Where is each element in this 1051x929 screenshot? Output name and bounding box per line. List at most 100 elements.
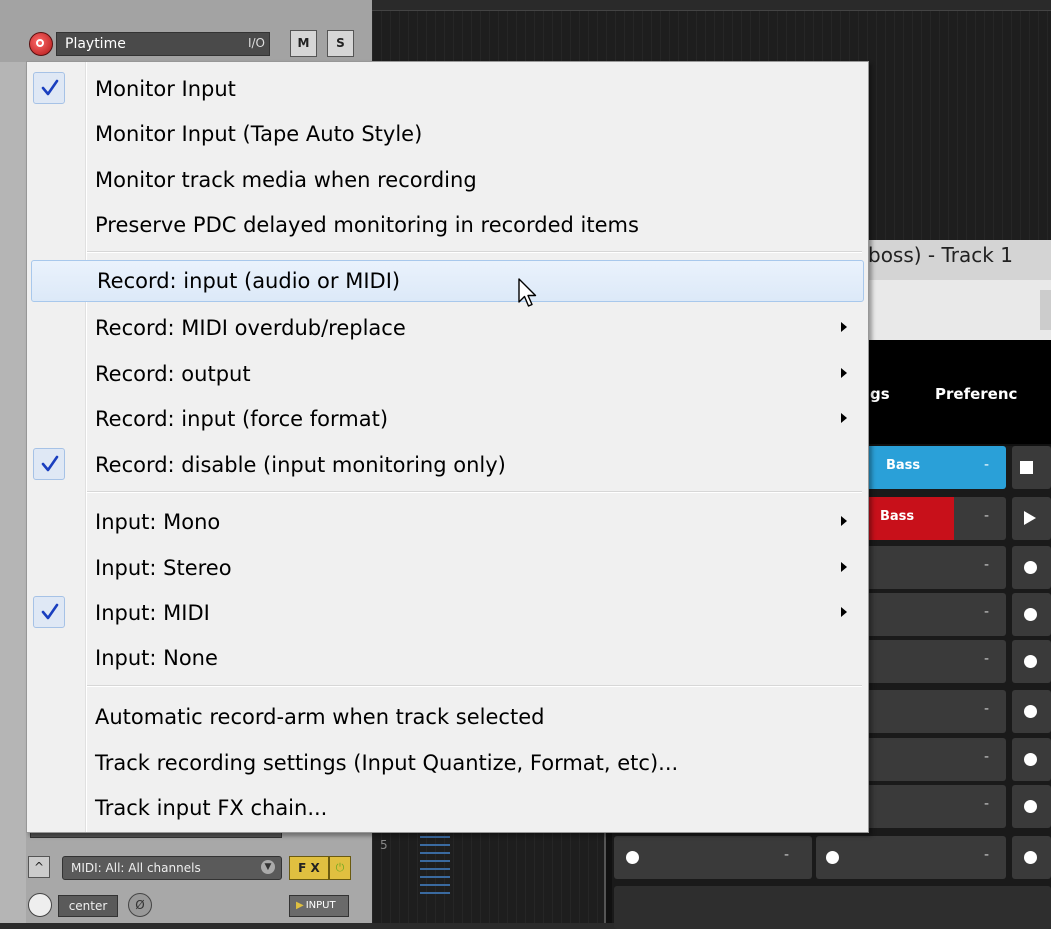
menu-item-record-force-format[interactable]: Record: input (force format) (29, 398, 864, 438)
track-name-field[interactable]: Playtime I/O (56, 32, 270, 56)
clip-cell[interactable] (1012, 593, 1051, 636)
clip-cell[interactable] (1012, 785, 1051, 828)
menu-item-input-none[interactable]: Input: None (29, 637, 864, 677)
stop-icon[interactable] (1020, 461, 1033, 474)
menu-item-label: Monitor Input (Tape Auto Style) (95, 122, 423, 146)
clip-name: Bass (886, 458, 921, 473)
record-dot-icon[interactable] (1024, 561, 1037, 574)
clip-cell[interactable]: - (866, 785, 1006, 828)
menu-item-label: Input: Mono (95, 510, 221, 534)
menu-item-input-mono[interactable]: Input: Mono (29, 501, 864, 541)
menu-item-input-stereo[interactable]: Input: Stereo (29, 547, 864, 587)
play-icon[interactable] (1024, 511, 1036, 525)
clip-cell[interactable] (1012, 497, 1051, 540)
menu-item-label: Record: input (audio or MIDI) (97, 269, 401, 293)
submenu-arrow-icon (841, 413, 847, 423)
clip-cell[interactable]: - (866, 546, 1006, 589)
menu-item-record-disable[interactable]: Record: disable (input monitoring only) (29, 444, 864, 484)
clip-cell[interactable]: Bass - (866, 446, 1006, 489)
plugin-title: boss) - Track 1 (868, 243, 1013, 267)
clip-cell[interactable]: - (816, 836, 1006, 879)
checkmark-icon (33, 72, 65, 104)
record-dot-icon[interactable] (1024, 851, 1037, 864)
record-dot-icon[interactable] (1024, 655, 1037, 668)
track-name: Playtime (65, 36, 126, 52)
record-dot-icon[interactable] (1024, 800, 1037, 813)
clip-cell[interactable]: - (866, 640, 1006, 683)
pan-knob[interactable] (28, 893, 52, 917)
clip-cell[interactable] (1012, 738, 1051, 781)
clip-cell[interactable]: - (614, 836, 812, 879)
menu-separator (87, 491, 862, 493)
record-dot-icon[interactable] (1024, 608, 1037, 621)
track-number: 5 (380, 838, 388, 852)
clip-cell[interactable] (1012, 546, 1051, 589)
plugin-scrollbar[interactable] (1040, 290, 1051, 330)
phase-invert-button[interactable]: Ø (128, 893, 152, 917)
menu-item-auto-record-arm[interactable]: Automatic record-arm when track selected (29, 696, 864, 736)
menu-item-monitor-input[interactable]: Monitor Input (29, 68, 864, 108)
record-mode-context-menu: Monitor Input Monitor Input (Tape Auto S… (26, 61, 869, 833)
menu-item-label: Record: MIDI overdub/replace (95, 316, 406, 340)
clip-cell[interactable]: - (866, 738, 1006, 781)
input-monitor-button[interactable]: ▶ INPUT (289, 895, 349, 917)
menu-item-track-input-fx-chain[interactable]: Track input FX chain... (29, 787, 864, 827)
clip-dash: - (784, 847, 790, 863)
plugin-tab-preferences[interactable]: Preferenc (935, 385, 1017, 403)
checkmark-icon (33, 596, 65, 628)
menu-item-label: Input: Stereo (95, 556, 232, 580)
menu-item-label: Input: None (95, 646, 218, 670)
midi-item[interactable] (420, 836, 450, 896)
midi-input-select[interactable]: MIDI: All: All channels ▼ (62, 856, 282, 880)
clip-dash: - (984, 508, 990, 524)
record-dot-icon[interactable] (826, 851, 839, 864)
clip-cell[interactable]: Bass - (866, 497, 1006, 540)
menu-item-record-midi-overdub[interactable]: Record: MIDI overdub/replace (29, 307, 864, 347)
mouse-pointer-icon (518, 278, 537, 307)
clip-name: Bass (880, 509, 915, 524)
submenu-arrow-icon (841, 607, 847, 617)
clip-cell[interactable] (1012, 640, 1051, 683)
record-dot-icon[interactable] (1024, 753, 1037, 766)
menu-item-label: Record: disable (input monitoring only) (95, 453, 506, 477)
input-label: INPUT (305, 900, 336, 911)
menu-item-monitor-input-tape[interactable]: Monitor Input (Tape Auto Style) (29, 113, 864, 153)
clip-dash: - (984, 749, 990, 765)
menu-item-label: Track input FX chain... (95, 796, 328, 820)
menu-item-label: Record: output (95, 362, 251, 386)
clip-cell[interactable] (1012, 690, 1051, 733)
menu-item-record-output[interactable]: Record: output (29, 353, 864, 393)
submenu-arrow-icon (841, 516, 847, 526)
record-arm-button[interactable] (29, 32, 53, 56)
io-button[interactable]: I/O (248, 36, 265, 50)
clip-cell[interactable]: - (866, 690, 1006, 733)
menu-item-track-recording-settings[interactable]: Track recording settings (Input Quantize… (29, 742, 864, 782)
menu-separator (87, 685, 862, 687)
solo-button[interactable]: S (327, 30, 354, 57)
clip-cell[interactable] (1012, 836, 1051, 879)
clip-dash: - (984, 847, 990, 863)
menu-item-preserve-pdc[interactable]: Preserve PDC delayed monitoring in recor… (29, 204, 864, 244)
power-icon[interactable]: ⏻ (329, 856, 351, 880)
menu-item-record-input[interactable]: Record: input (audio or MIDI) (31, 260, 864, 302)
track-color-strip (0, 62, 27, 923)
mute-button[interactable]: M (290, 30, 317, 57)
midi-input-label: MIDI: All: All channels (71, 861, 201, 875)
menu-item-label: Track recording settings (Input Quantize… (95, 751, 679, 775)
record-dot-icon[interactable] (626, 851, 639, 864)
collapse-icon[interactable]: ^ (28, 856, 50, 878)
plugin-tab-settings[interactable]: gs (870, 385, 890, 403)
submenu-arrow-icon (841, 368, 847, 378)
play-icon: ▶ (296, 900, 304, 911)
menu-item-input-midi[interactable]: Input: MIDI (29, 592, 864, 632)
clip-cell[interactable]: - (866, 593, 1006, 636)
menu-item-monitor-track-media[interactable]: Monitor track media when recording (29, 159, 864, 199)
timeline-ruler[interactable] (372, 0, 1051, 11)
menu-item-label: Monitor Input (95, 77, 236, 101)
clip-cell[interactable] (1012, 446, 1051, 489)
menu-item-label: Monitor track media when recording (95, 168, 477, 192)
record-dot-icon[interactable] (1024, 705, 1037, 718)
fx-button[interactable]: F X (289, 856, 329, 880)
menu-item-label: Automatic record-arm when track selected (95, 705, 545, 729)
clip-dash: - (984, 651, 990, 667)
